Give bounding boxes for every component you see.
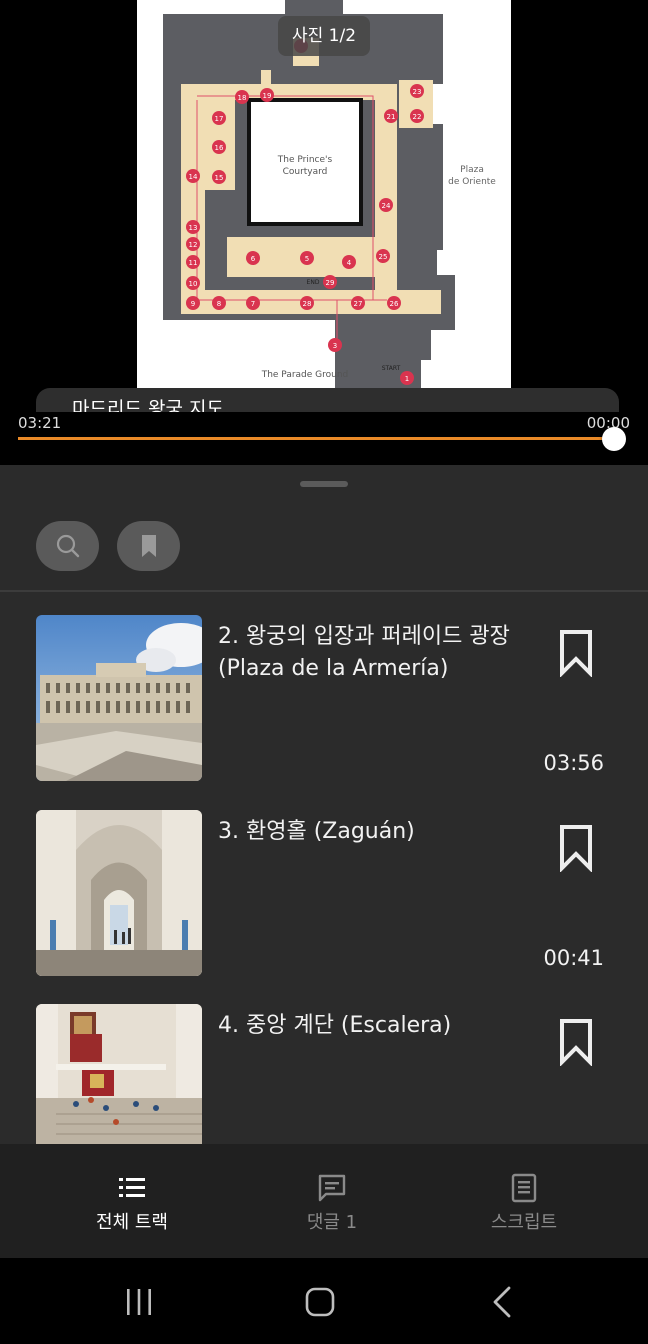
track-duration: 00:41 — [543, 946, 604, 970]
svg-text:10: 10 — [189, 280, 198, 288]
progress-fill — [18, 437, 616, 440]
svg-text:1: 1 — [405, 375, 409, 383]
svg-text:21: 21 — [387, 113, 396, 121]
divider — [0, 590, 648, 592]
home-icon[interactable] — [300, 1282, 340, 1322]
progress-thumb[interactable] — [602, 427, 626, 451]
svg-text:17: 17 — [215, 115, 224, 123]
svg-text:8: 8 — [217, 300, 221, 308]
photo-caption: 마드리드 왕궁 지도 — [36, 388, 619, 412]
document-icon — [511, 1173, 537, 1203]
photo-viewer[interactable]: The Prince's Courtyard Plaza de Oriente … — [0, 0, 648, 465]
svg-text:29: 29 — [326, 279, 335, 287]
track-title: 4. 중앙 계단 (Escalera) — [218, 1013, 452, 1038]
svg-text:7: 7 — [251, 300, 255, 308]
system-navigation-bar — [0, 1258, 648, 1344]
recent-apps-icon[interactable] — [119, 1282, 159, 1322]
photo-caption-text: 마드리드 왕궁 지도 — [72, 398, 224, 412]
track-item[interactable]: 2. 왕궁의 입장과 퍼레이드 광장 (Plaza de la Armería)… — [0, 615, 648, 781]
svg-text:27: 27 — [354, 300, 363, 308]
svg-text:12: 12 — [189, 241, 198, 249]
track-item[interactable]: 3. 환영홀 (Zaguán) 00:41 — [0, 810, 648, 976]
search-icon — [56, 534, 79, 558]
track-thumbnail — [36, 810, 202, 976]
progress-bar[interactable] — [18, 437, 616, 440]
svg-text:6: 6 — [251, 255, 256, 263]
bookmark-icon[interactable] — [559, 1018, 593, 1066]
comment-icon — [318, 1174, 346, 1202]
svg-text:9: 9 — [191, 300, 195, 308]
svg-text:END: END — [307, 279, 320, 286]
bottom-tab-bar: 전체 트랙 댓글 1 스크립트 — [0, 1144, 648, 1258]
bookmark-filter-button[interactable] — [117, 521, 180, 571]
svg-text:24: 24 — [382, 202, 391, 210]
track-thumbnail — [36, 1004, 202, 1144]
svg-text:18: 18 — [238, 94, 247, 102]
svg-text:de Oriente: de Oriente — [448, 177, 496, 187]
current-time: 03:21 — [18, 414, 62, 432]
track-title: 3. 환영홀 (Zaguán) — [218, 819, 415, 844]
tab-label: 전체 트랙 — [96, 1212, 168, 1233]
svg-text:START: START — [382, 365, 401, 372]
svg-text:13: 13 — [189, 224, 198, 232]
track-title: 2. 왕궁의 입장과 퍼레이드 광장 (Plaza de la Armería) — [218, 624, 510, 681]
svg-text:16: 16 — [215, 144, 224, 152]
tab-label: 스크립트 — [490, 1212, 558, 1233]
svg-text:11: 11 — [189, 259, 198, 267]
svg-text:28: 28 — [303, 300, 312, 308]
svg-text:The Parade Ground: The Parade Ground — [261, 370, 349, 380]
svg-text:15: 15 — [215, 174, 224, 182]
svg-text:23: 23 — [413, 88, 422, 96]
list-icon — [119, 1178, 145, 1197]
svg-text:14: 14 — [189, 173, 198, 181]
tab-script[interactable]: 스크립트 — [416, 1144, 632, 1258]
svg-text:19: 19 — [263, 92, 272, 100]
back-icon[interactable] — [483, 1282, 523, 1322]
photo-counter: 사진 1/2 — [278, 16, 370, 56]
tab-all-tracks[interactable]: 전체 트랙 — [24, 1144, 240, 1258]
svg-text:Plaza: Plaza — [460, 165, 484, 175]
svg-text:3: 3 — [333, 342, 337, 350]
track-thumbnail — [36, 615, 202, 781]
bookmark-icon — [141, 535, 156, 557]
tab-comments[interactable]: 댓글 1 — [224, 1144, 440, 1258]
bookmark-icon[interactable] — [559, 629, 593, 677]
svg-text:25: 25 — [379, 253, 388, 261]
track-item[interactable]: 4. 중앙 계단 (Escalera) — [0, 1004, 648, 1144]
bookmark-icon[interactable] — [559, 824, 593, 872]
svg-text:Courtyard: Courtyard — [283, 167, 328, 177]
track-duration: 03:56 — [543, 751, 604, 775]
palace-floor-map: The Prince's Courtyard Plaza de Oriente … — [137, 0, 511, 412]
svg-text:The Prince's: The Prince's — [277, 155, 333, 165]
svg-text:26: 26 — [390, 300, 399, 308]
tab-label: 댓글 1 — [306, 1212, 358, 1233]
svg-text:5: 5 — [305, 255, 309, 263]
sheet-drag-handle[interactable] — [300, 481, 348, 487]
svg-text:4: 4 — [347, 259, 352, 267]
svg-text:22: 22 — [413, 113, 422, 121]
search-button[interactable] — [36, 521, 99, 571]
